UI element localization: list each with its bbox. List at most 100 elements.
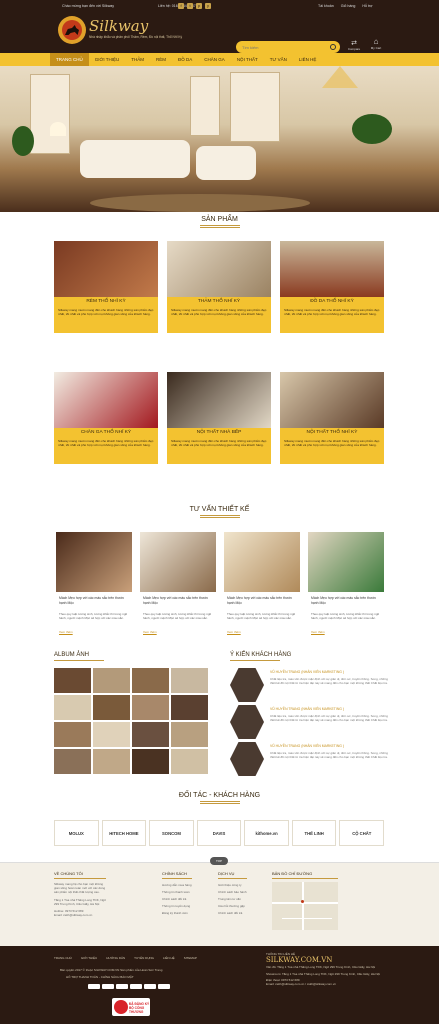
partner-logo[interactable]: MOLUX [54, 820, 99, 846]
partner-logo[interactable]: THẾ LINH [291, 820, 337, 846]
footer-link[interactable]: Hướng dẫn mua hàng [162, 882, 192, 889]
product-title[interactable]: NỘI THẤT THỔ NHĨ KỲ [280, 430, 384, 435]
album-photo[interactable] [93, 722, 130, 747]
advice-post[interactable]: Mách Mẹo hợp với các màu sắc trên thước … [308, 532, 384, 648]
bottom-link[interactable]: TRANG CHỦ [54, 956, 72, 960]
bottom-link[interactable]: LIÊN HỆ [163, 956, 175, 960]
read-more-link[interactable]: Xem thêm [227, 630, 241, 634]
footer-link[interactable]: Thông tin thanh toán [162, 889, 192, 896]
facebook-icon[interactable]: f [178, 3, 184, 9]
product-image[interactable] [280, 241, 384, 297]
twitter-icon[interactable]: t [187, 3, 193, 9]
nav-item-about[interactable]: GIỚI THIỆU [89, 53, 126, 66]
bottom-link[interactable]: GIỚI THIỆU [81, 956, 97, 960]
nav-item-contact[interactable]: LIÊN HỆ [293, 53, 323, 66]
advice-post[interactable]: Mách Mẹo hợp với các màu sắc trên thước … [224, 532, 300, 648]
album-photo[interactable] [171, 668, 208, 693]
logo[interactable] [58, 16, 86, 44]
back-to-top-button[interactable]: TOP [210, 857, 228, 865]
product-title[interactable]: NỘI THẤT NHÀ BẾP [167, 430, 271, 435]
footer-link[interactable]: Trung tâm tư vấn [218, 896, 247, 903]
album-photo[interactable] [171, 722, 208, 747]
footer-link[interactable]: Chính sách đổi trả [162, 896, 192, 903]
support-links[interactable]: HỖ TRỢ THANH TOÁN - CHÍNH SÁCH BẢO MẬT [66, 975, 134, 979]
account-link[interactable]: Tài khoản [318, 4, 334, 8]
product-card[interactable]: THẢM THỔ NHĨ KỲ Silkway mang muôn mang đ… [167, 241, 271, 333]
album-photo[interactable] [132, 668, 169, 693]
product-card[interactable]: CHĂN GA THỔ NHĨ KỲ Silkway mang muôn man… [54, 372, 158, 464]
advice-post[interactable]: Mách Mẹo hợp với các màu sắc trên thước … [140, 532, 216, 648]
footer-link[interactable]: Chính sách đổi trả [218, 910, 247, 917]
footer-link[interactable]: Câu hỏi thường gặp [218, 903, 247, 910]
product-card[interactable]: NỘI THẤT THỔ NHĨ KỲ Silkway mang muôn ma… [280, 372, 384, 464]
advice-image[interactable] [140, 532, 216, 592]
album-photo[interactable] [132, 695, 169, 720]
album-photo[interactable] [54, 668, 91, 693]
product-image[interactable] [54, 241, 158, 297]
nav-item-home[interactable]: TRANG CHỦ [50, 53, 89, 66]
footer-link[interactable]: Thông tin tuyển dụng [162, 903, 192, 910]
advice-image[interactable] [56, 532, 132, 592]
cart-link[interactable]: Giỏ hàng [341, 4, 356, 8]
album-photo[interactable] [54, 749, 91, 774]
nav-item-leather[interactable]: ĐỒ DA [172, 53, 198, 66]
read-more-link[interactable]: Xem thêm [59, 630, 73, 634]
search-icon[interactable] [330, 44, 336, 50]
product-title[interactable]: THẢM THỔ NHĨ KỲ [167, 299, 271, 304]
product-image[interactable] [54, 372, 158, 428]
compare-button[interactable]: ⇄ Compare [346, 39, 362, 51]
registered-badge[interactable]: ĐÃ ĐĂNG KÝ BỘ CÔNG THƯƠNG [112, 998, 150, 1016]
advice-post-title[interactable]: Mách Mẹo hợp với các màu sắc trên thước … [59, 596, 131, 605]
nav-item-interior[interactable]: NỘI THẤT [231, 53, 264, 66]
album-photo[interactable] [93, 668, 130, 693]
album-photo[interactable] [54, 722, 91, 747]
footer-link[interactable]: Giới thiệu công ty [218, 882, 247, 889]
youtube-icon[interactable]: y [205, 3, 211, 9]
product-title[interactable]: CHĂN GA THỔ NHĨ KỲ [54, 430, 158, 435]
partner-logo[interactable]: kithome.vn [244, 820, 289, 846]
album-photo[interactable] [132, 722, 169, 747]
advice-image[interactable] [308, 532, 384, 592]
search-input[interactable] [242, 44, 322, 50]
advice-post-title[interactable]: Mách Mẹo hợp với các màu sắc trên thước … [227, 596, 299, 605]
help-link[interactable]: Hỗ trợ [362, 4, 372, 8]
advice-post[interactable]: Mách Mẹo hợp với các màu sắc trên thước … [56, 532, 132, 648]
footer-link[interactable]: Đăng ký thành viên [162, 910, 192, 917]
nav-item-curtain[interactable]: RÈM [150, 53, 172, 66]
advice-image[interactable] [224, 532, 300, 592]
album-photo[interactable] [93, 695, 130, 720]
product-title[interactable]: ĐỒ DA THỔ NHĨ KỲ [280, 299, 384, 304]
bottom-link[interactable]: SITEMAP [184, 956, 197, 960]
album-photo[interactable] [132, 749, 169, 774]
album-photo[interactable] [171, 749, 208, 774]
read-more-link[interactable]: Xem thêm [311, 630, 325, 634]
partner-logo[interactable]: SONCOM [149, 820, 194, 846]
product-image[interactable] [167, 372, 271, 428]
product-image[interactable] [167, 241, 271, 297]
brand-name[interactable]: Silkway [89, 17, 148, 35]
partner-logo[interactable]: HITECH HOME [101, 820, 147, 846]
partner-logo[interactable]: CỘ CHẤT [339, 820, 385, 846]
bottom-link[interactable]: TUYỂN DỤNG [134, 956, 154, 960]
nav-item-carpet[interactable]: THẢM [125, 53, 150, 66]
product-card[interactable]: ĐỒ DA THỔ NHĨ KỲ Silkway mang muôn mang … [280, 241, 384, 333]
cart-button[interactable]: ⌂ My Cart [366, 37, 386, 50]
nav-item-advice[interactable]: TƯ VẤN [264, 53, 293, 66]
read-more-link[interactable]: Xem thêm [143, 630, 157, 634]
product-card[interactable]: RÈM THỔ NHĨ KỲ Silkway mang muôn mang đế… [54, 241, 158, 333]
product-title[interactable]: RÈM THỔ NHĨ KỲ [54, 299, 158, 304]
album-photo[interactable] [93, 749, 130, 774]
location-map[interactable] [272, 882, 338, 930]
album-photo[interactable] [54, 695, 91, 720]
nav-item-bedding[interactable]: CHĂN GA [198, 53, 231, 66]
hero-banner[interactable] [0, 66, 439, 212]
product-card[interactable]: NỘI THẤT NHÀ BẾP Silkway mang muôn mang … [167, 372, 271, 464]
product-image[interactable] [280, 372, 384, 428]
advice-post-title[interactable]: Mách Mẹo hợp với các màu sắc trên thước … [311, 596, 383, 605]
advice-post-title[interactable]: Mách Mẹo hợp với các màu sắc trên thước … [143, 596, 215, 605]
footer-link[interactable]: Chính sách bảo hành [218, 889, 247, 896]
site-name[interactable]: SILKWAY.COM.VN [266, 956, 386, 965]
bottom-link[interactable]: HƯỚNG DẪN [106, 956, 125, 960]
pinterest-icon[interactable]: p [196, 3, 202, 9]
album-photo[interactable] [171, 695, 208, 720]
